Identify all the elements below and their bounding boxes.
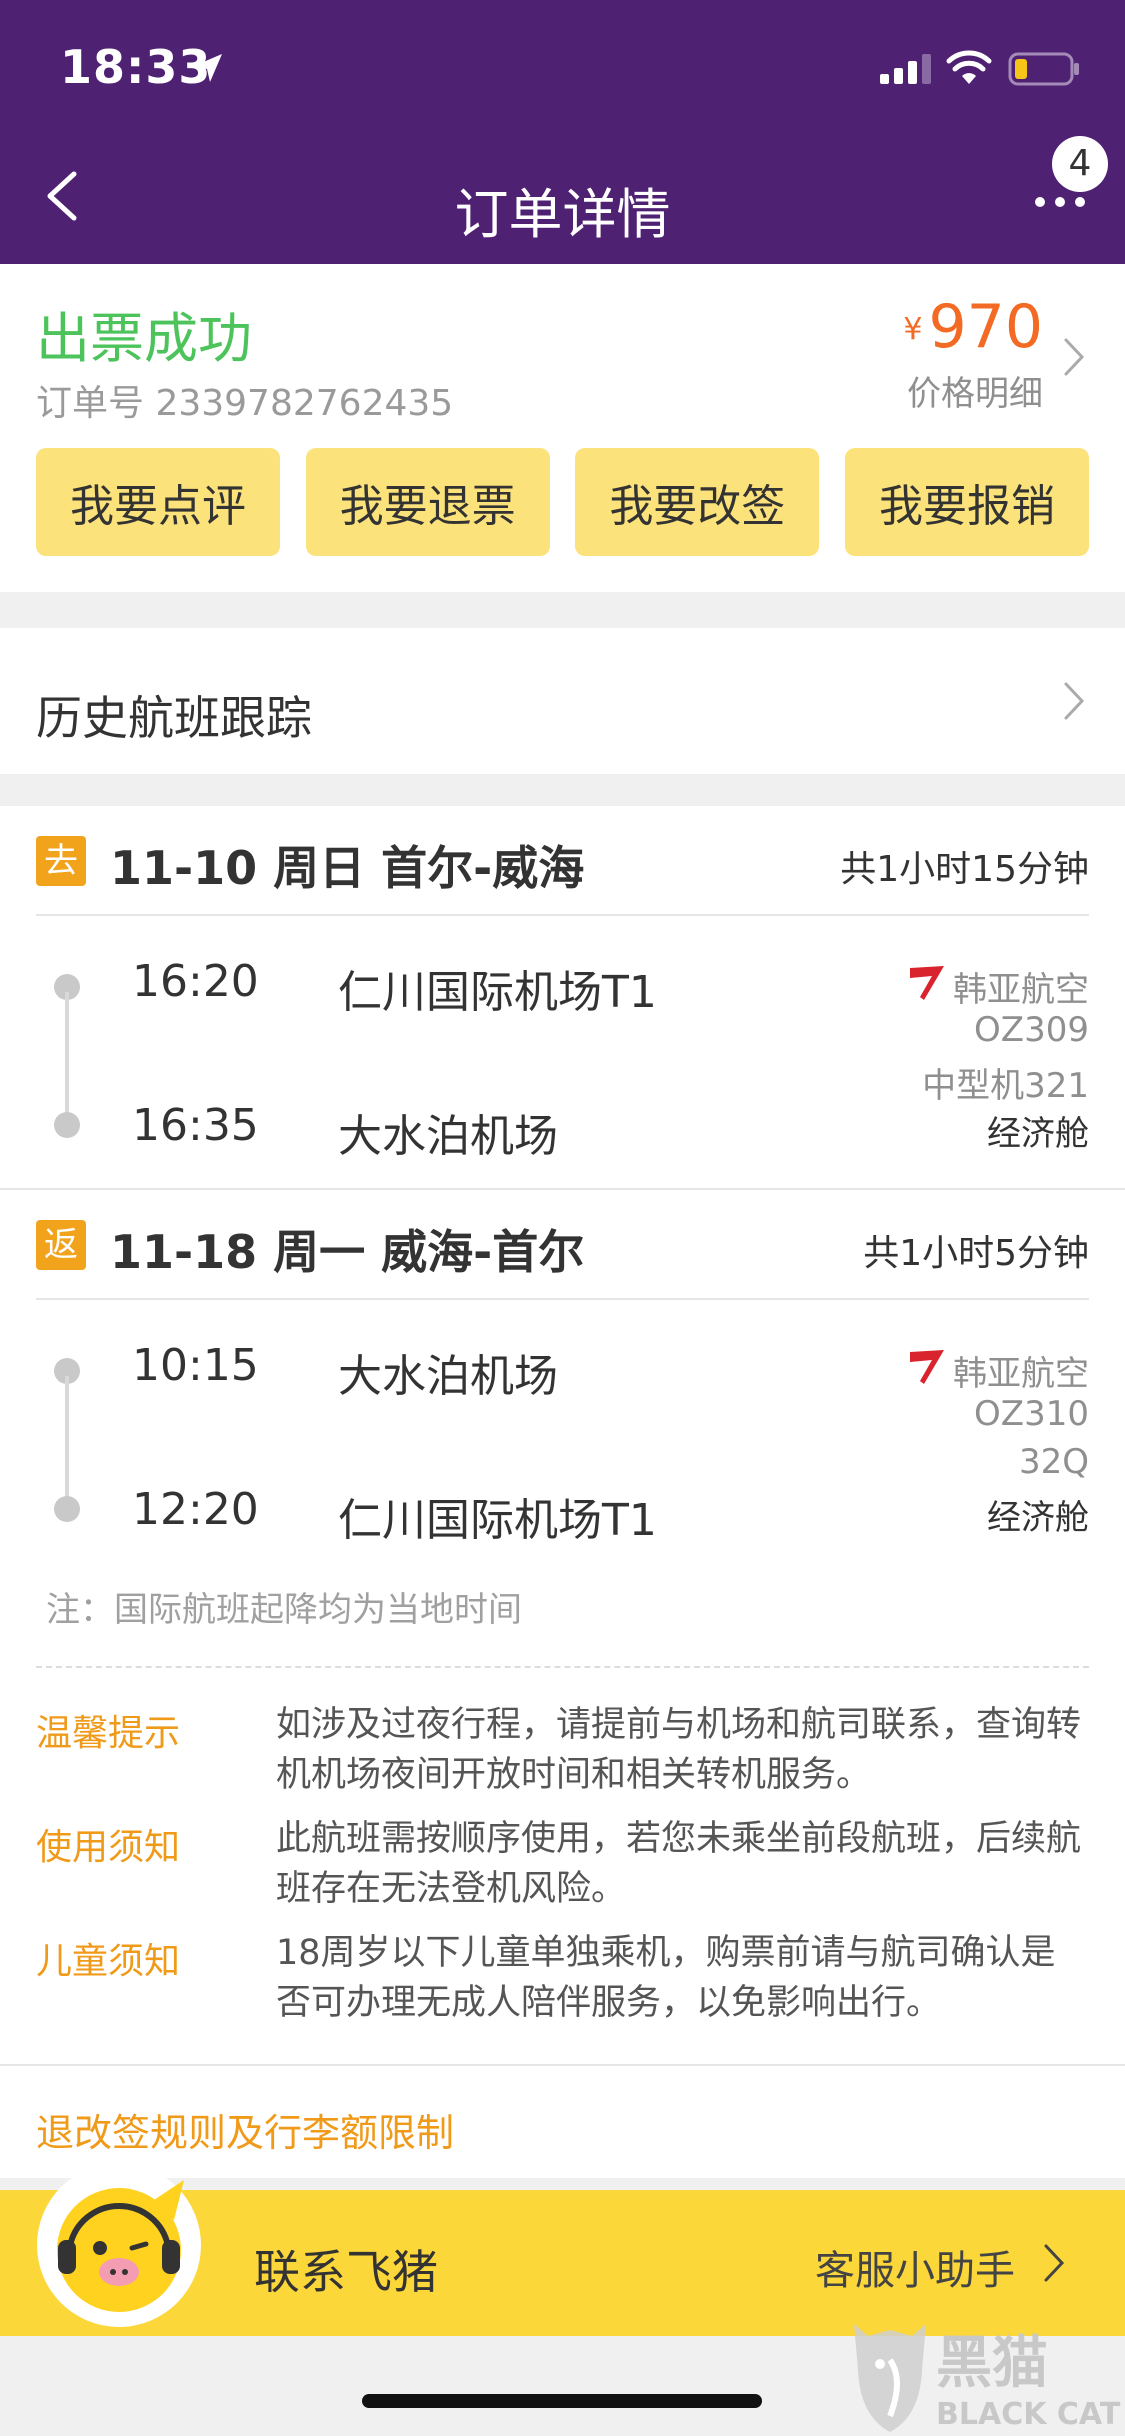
watermark-text-cn: 黑猫 [936,2331,1048,2396]
return-flight-number: OZ310 [974,1394,1089,1434]
divider [36,1298,1089,1300]
outbound-tag: 去 [36,836,86,886]
timeline-dot [54,1112,80,1138]
return-aircraft: 32Q [1018,1442,1089,1482]
return-depart-airport: 大水泊机场 [338,1351,558,1402]
timeline-line [65,992,69,1122]
return-tag: 返 [36,1220,86,1270]
notification-badge: 4 [1052,136,1108,192]
reimbursement-button[interactable]: 我要报销 [844,448,1089,556]
warm-tip-label: 温馨提示 [36,1713,181,1754]
review-button[interactable]: 我要点评 [36,448,280,556]
order-number: 订单号 2339782762435 [36,383,454,424]
status-bar: 18:33 [0,0,1125,132]
outbound-header: 去 11-10 周日 首尔-威海 共1小时15分钟 [0,806,1125,916]
outbound-duration: 共1小时15分钟 [840,849,1089,890]
outbound-arrive-airport: 大水泊机场 [338,1111,558,1162]
black-cat-watermark-logo: 黑猫 BLACK CAT [854,2324,1121,2432]
child-notice-label: 儿童须知 [36,1941,181,1982]
navigation-bar: 订单详情 [0,132,1125,264]
flight-details-card: 去 11-10 周日 首尔-威海 共1小时15分钟 16:20 仁川国际机场T1… [0,806,1125,2178]
history-flight-tracking-row[interactable]: 历史航班跟踪 [0,628,1125,774]
timeline-dot [54,1496,80,1522]
outbound-route: 11-10 周日 首尔-威海 [110,841,585,895]
history-flight-tracking-label: 历史航班跟踪 [36,691,312,745]
location-arrow-icon [194,54,222,82]
refund-change-baggage-rules-link[interactable]: 退改签规则及行李额限制 [36,2102,454,2157]
app-header: 18:33 订单详情 [0,0,1125,264]
return-header: 返 11-18 周一 威海-首尔 共1小时5分钟 [0,1190,1125,1300]
wifi-icon [946,50,992,84]
return-airline: 韩亚航空 [953,1354,1089,1394]
home-indicator[interactable] [362,2394,762,2408]
refund-button[interactable]: 我要退票 [305,448,550,556]
outbound-cabin: 经济舱 [987,1114,1089,1154]
change-ticket-button[interactable]: 我要改签 [575,448,820,556]
return-cabin: 经济舱 [987,1498,1089,1538]
return-arrive-airport: 仁川国际机场T1 [338,1495,657,1546]
section-divider [0,2064,1125,2066]
outbound-airline: 韩亚航空 [953,970,1089,1010]
asiana-airline-logo-icon [910,966,944,1000]
return-arrive-time: 12:20 [132,1484,259,1535]
return-duration: 共1小时5分钟 [863,1233,1089,1274]
order-summary-card: 出票成功 订单号 2339782762435 ¥970 价格明细 我要点评 我要… [0,264,1125,592]
return-depart-time: 10:15 [132,1340,259,1391]
ticket-status: 出票成功 [36,307,252,370]
watermark-text-en: BLACK CAT [936,2397,1121,2432]
chevron-right-icon[interactable] [1040,2240,1070,2286]
outbound-depart-airport: 仁川国际机场T1 [338,967,657,1018]
outbound-depart-time: 16:20 [132,956,259,1007]
chevron-right-icon[interactable] [1060,678,1090,724]
cellular-signal-icon [880,54,931,84]
divider [36,914,1089,916]
timeline-line [65,1376,69,1506]
price-detail-link[interactable]: 价格明细 [907,366,1043,415]
usage-notice-text: 此航班需按顺序使用，若您未乘坐前段航班，后续航班存在无法登机风险。 [276,1819,1082,1909]
outbound-flight-number: OZ309 [974,1010,1089,1050]
outbound-arrive-time: 16:35 [132,1100,259,1151]
return-route: 11-18 周一 威海-首尔 [110,1225,585,1279]
battery-low-icon [1008,52,1079,86]
warm-tip-text: 如涉及过夜行程，请提前与机场和航司联系，查询转机机场夜间开放时间和相关转机服务。 [276,1705,1082,1795]
price-amount: 970 [928,292,1043,362]
order-actions: 我要点评 我要退票 我要改签 我要报销 [36,448,1089,556]
order-price[interactable]: ¥970 [903,292,1043,362]
child-notice-text: 18周岁以下儿童单独乘机，购票前请与航司确认是否可办理无成人陪伴服务，以免影响出… [276,1933,1056,2023]
currency-symbol: ¥ [903,312,923,347]
dashed-divider [36,1666,1089,1668]
local-time-note: 注：国际航班起降均为当地时间 [46,1590,522,1630]
page-title: 订单详情 [454,183,671,246]
chevron-right-icon[interactable] [1060,334,1090,380]
asiana-airline-logo-icon [910,1350,944,1384]
contact-fliggy-label[interactable]: 联系飞猪 [254,2236,438,2302]
usage-notice-label: 使用须知 [36,1827,181,1868]
outbound-aircraft: 中型机321 [922,1066,1089,1106]
fliggy-mascot-avatar[interactable] [34,2160,204,2330]
customer-service-assistant-link[interactable]: 客服小助手 [815,2238,1015,2296]
